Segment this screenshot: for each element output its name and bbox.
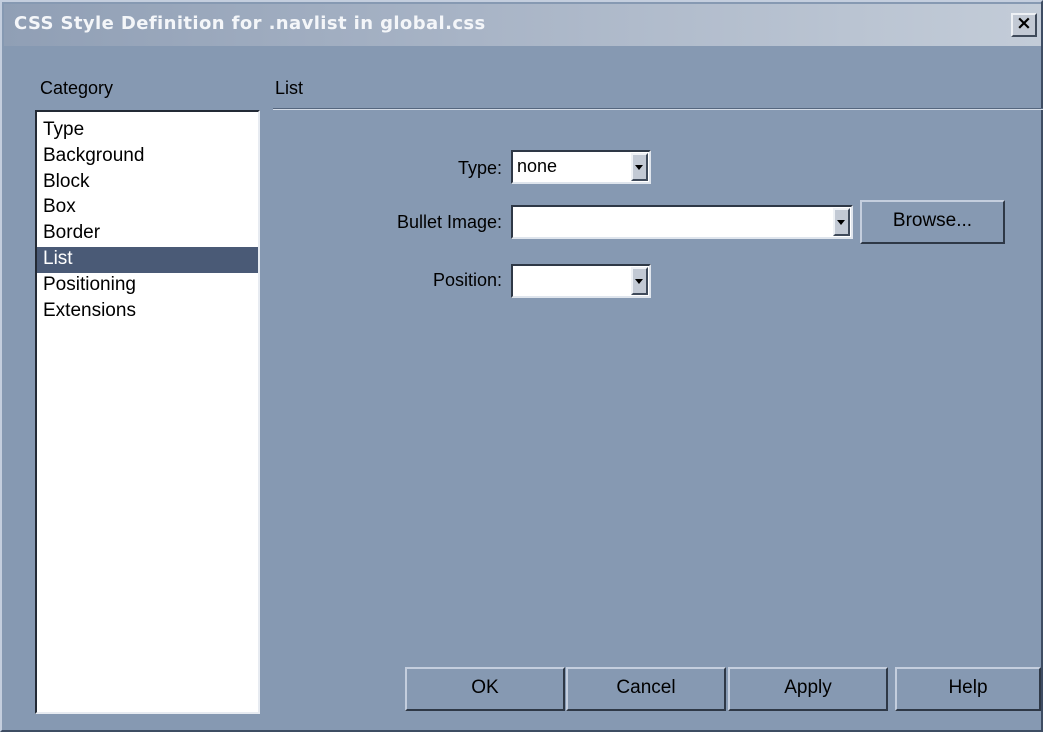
title-bar[interactable]: CSS Style Definition for .navlist in glo… <box>4 4 1041 46</box>
category-item-positioning[interactable]: Positioning <box>37 273 258 299</box>
type-label: Type: <box>457 158 502 178</box>
position-label: Position: <box>432 270 502 290</box>
category-item-box[interactable]: Box <box>37 195 258 221</box>
window-title: CSS Style Definition for .navlist in glo… <box>14 13 486 34</box>
ok-button[interactable]: OK <box>405 667 565 711</box>
cancel-button[interactable]: Cancel <box>566 667 726 711</box>
category-label: Category <box>40 78 114 98</box>
chevron-down-icon[interactable] <box>833 208 850 236</box>
position-select[interactable] <box>511 264 651 298</box>
browse-button[interactable]: Browse... <box>860 200 1005 244</box>
apply-button[interactable]: Apply <box>728 667 888 711</box>
type-select-value: none <box>517 156 558 176</box>
category-item-list[interactable]: List <box>37 246 258 273</box>
panel-title-separator <box>273 108 1043 110</box>
category-list[interactable]: Type Background Block Box Border List Po… <box>35 110 260 714</box>
category-item-border[interactable]: Border <box>37 221 258 247</box>
category-item-type[interactable]: Type <box>37 118 258 144</box>
close-button[interactable]: × <box>1011 12 1037 37</box>
category-item-background[interactable]: Background <box>37 144 258 170</box>
type-select[interactable]: none <box>511 150 651 184</box>
chevron-down-icon[interactable] <box>631 267 648 295</box>
category-item-block[interactable]: Block <box>37 170 258 196</box>
chevron-down-icon[interactable] <box>631 153 648 181</box>
close-icon: × <box>1016 12 1032 34</box>
help-button[interactable]: Help <box>895 667 1041 711</box>
css-style-definition-dialog: CSS Style Definition for .navlist in glo… <box>0 0 1043 732</box>
panel-title: List <box>275 78 304 98</box>
bullet-image-select[interactable] <box>511 205 853 239</box>
category-item-extensions[interactable]: Extensions <box>37 299 258 325</box>
bullet-image-label: Bullet Image: <box>396 212 502 232</box>
